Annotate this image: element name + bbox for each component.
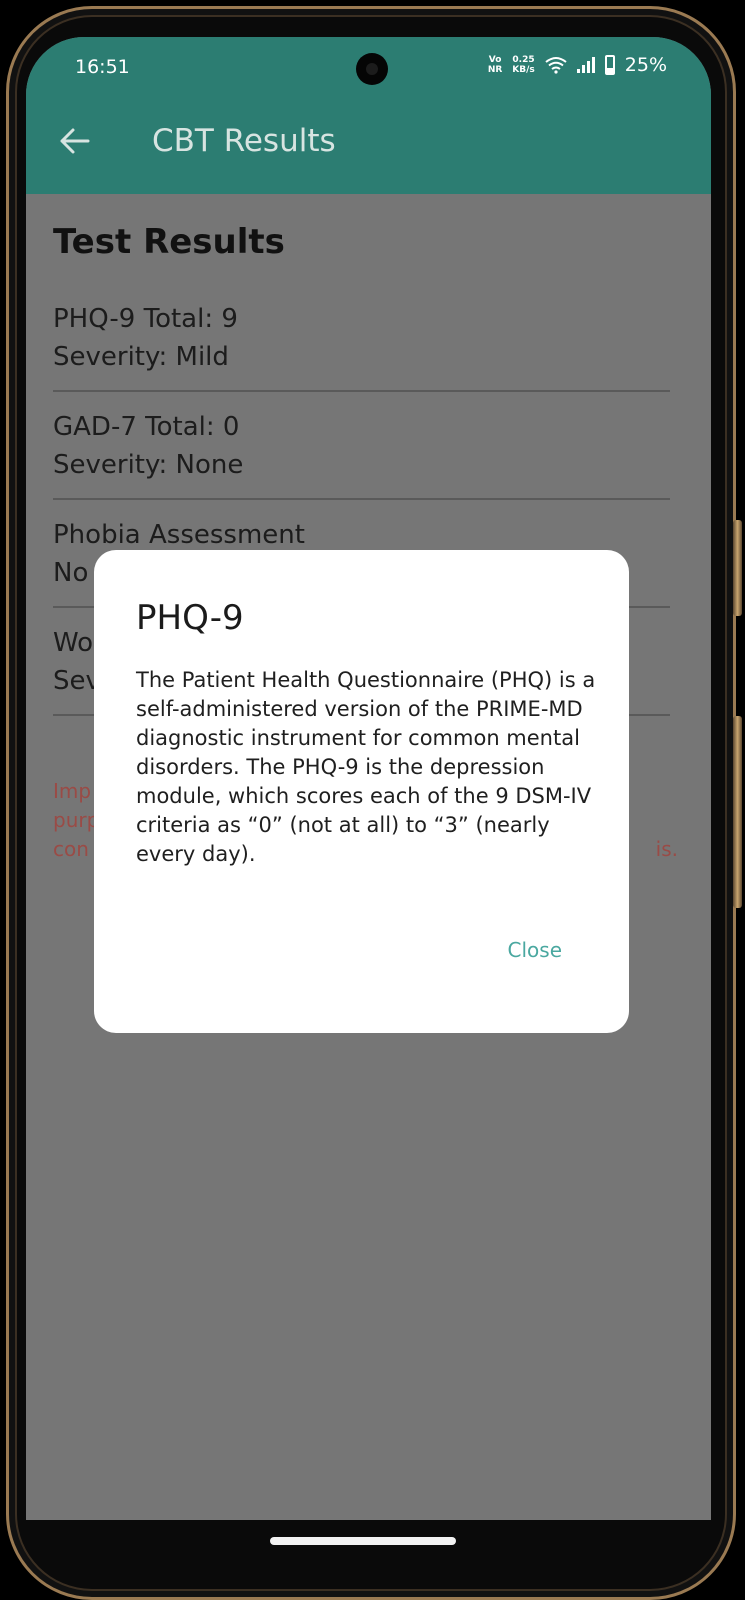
- dialog-body: The Patient Health Questionnaire (PHQ) i…: [136, 668, 596, 866]
- arrow-left-icon[interactable]: [56, 123, 92, 159]
- battery-icon: [604, 55, 615, 75]
- result-item-phq9[interactable]: PHQ-9 Total: 9 Severity: Mild: [53, 300, 670, 392]
- phq9-total: PHQ-9 Total: 9: [53, 304, 238, 334]
- status-time: 16:51: [75, 56, 130, 78]
- wifi-icon: [545, 57, 567, 74]
- gad7-severity: Severity: None: [53, 450, 244, 480]
- close-button[interactable]: Close: [508, 938, 562, 962]
- power-button: [733, 716, 742, 908]
- info-dialog: PHQ-9 The Patient Health Questionnaire (…: [94, 550, 629, 1033]
- dialog-title: PHQ-9: [136, 598, 244, 638]
- volume-button: [733, 520, 742, 616]
- battery-percent: 25%: [624, 54, 667, 76]
- network-type: Vo NR: [487, 55, 503, 75]
- results-heading: Test Results: [53, 222, 285, 262]
- page-title: CBT Results: [152, 123, 336, 159]
- gad7-total: GAD-7 Total: 0: [53, 412, 240, 442]
- front-camera: [356, 53, 388, 85]
- network-speed: 0.25 KB/s: [512, 55, 535, 75]
- phobia-title: Phobia Assessment: [53, 520, 305, 550]
- signal-icon: [576, 57, 595, 73]
- app-bar: 16:51 Vo NR 0.25 KB/s 25% CBT Results: [26, 37, 711, 194]
- home-indicator[interactable]: [270, 1537, 456, 1545]
- screen: 16:51 Vo NR 0.25 KB/s 25% CBT Results Te…: [26, 37, 711, 1520]
- phq9-severity: Severity: Mild: [53, 342, 229, 372]
- result-item-gad7[interactable]: GAD-7 Total: 0 Severity: None: [53, 408, 670, 500]
- status-icons: Vo NR 0.25 KB/s 25%: [488, 54, 667, 76]
